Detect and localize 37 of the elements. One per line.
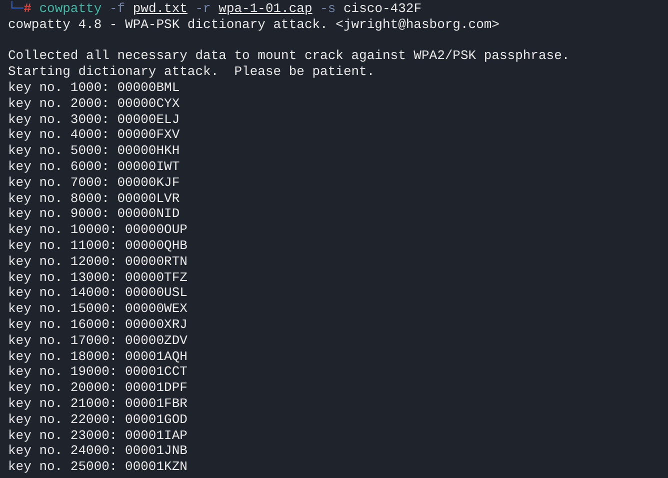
prompt-corner: └─	[8, 1, 24, 17]
key-line: key no. 16000: 00000XRJ	[8, 316, 188, 333]
key-line: key no. 19000: 00001CCT	[8, 364, 188, 380]
key-line: key no. 6000: 00000IWT	[8, 158, 180, 175]
output-line: Collected all necessary data to mount crack against WPA2/PSK passphrase.	[8, 48, 570, 64]
key-line: key no. 8000: 00000LVR	[8, 190, 180, 206]
command-token: cisco-432F	[343, 1, 422, 17]
key-line: key no. 18000: 00001AQH	[8, 348, 188, 364]
command-token: cowpatty	[39, 1, 102, 17]
key-line: key no. 20000: 00001DPF	[8, 380, 188, 396]
command-token: -r	[195, 1, 211, 17]
key-line: key no. 12000: 00000RTN	[8, 254, 188, 270]
key-line: key no. 13000: 00000TFZ	[8, 270, 188, 286]
key-line: key no. 15000: 00000WEX	[8, 301, 188, 317]
prompt-symbol: #	[24, 1, 32, 17]
key-line: key no. 11000: 00000QHB	[8, 238, 188, 254]
key-line: key no. 1000: 00000BML	[8, 80, 180, 96]
key-line: key no. 21000: 00001FBR	[8, 396, 188, 412]
key-line: key no. 17000: 00000ZDV	[8, 332, 188, 349]
key-line: key no. 9000: 00000NID	[8, 206, 180, 222]
output-line: Starting dictionary attack. Please be patient.	[8, 64, 375, 80]
key-line: key no. 22000: 00001GOD	[8, 412, 188, 428]
command-token: pwd.txt	[132, 1, 188, 17]
key-line: key no. 5000: 00000HKH	[8, 143, 180, 159]
key-line: key no. 23000: 00001IAP	[8, 428, 188, 444]
key-line: key no. 2000: 00000CYX	[8, 96, 180, 112]
key-line: key no. 25000: 00001KZN	[8, 459, 188, 475]
banner-line: cowpatty 4.8 - WPA-PSK dictionary attack. <jwright@hasborg.com>	[8, 16, 500, 33]
key-line: key no. 14000: 00000USL	[8, 285, 188, 302]
command-token: -s	[320, 1, 336, 17]
key-line: key no. 24000: 00001JNB	[8, 443, 188, 460]
key-line: key no. 4000: 00000FXV	[8, 127, 180, 144]
key-line: key no. 3000: 00000ELJ	[8, 112, 180, 128]
key-line: key no. 7000: 00000KJF	[8, 174, 180, 191]
command-token: wpa-1-01.cap	[218, 1, 312, 17]
command-token: -f	[109, 1, 126, 17]
key-line: key no. 10000: 00000OUP	[8, 222, 188, 238]
